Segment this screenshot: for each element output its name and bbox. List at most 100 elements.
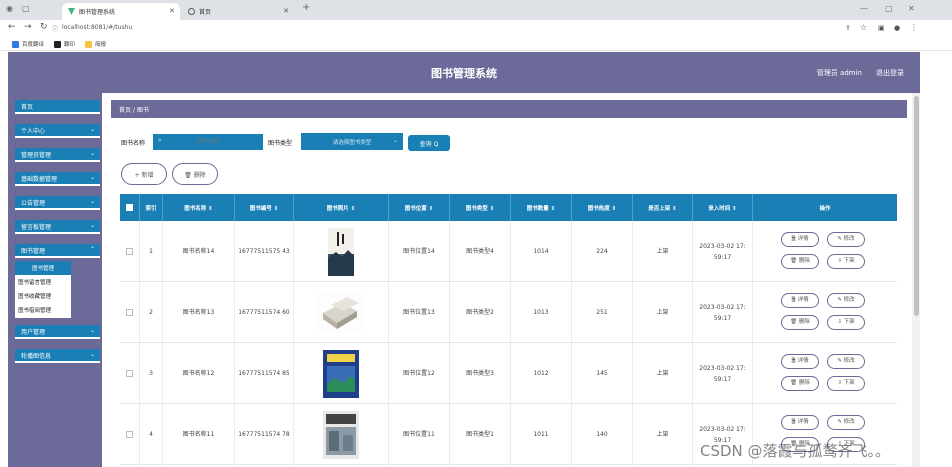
chevron-down-icon: ⌄ [89, 150, 95, 157]
col-name[interactable]: 图书名称 ⇕ [163, 194, 235, 221]
bookmark-item[interactable]: 简报 [85, 40, 106, 48]
sidebar-item-basic-data[interactable]: 基础数据管理 ⌄ [15, 172, 100, 186]
cell-name: 图书名称12 [163, 343, 235, 404]
submenu-item-book-comments[interactable]: 图书留言管理 [15, 275, 71, 289]
page-scrollbar-thumb[interactable] [914, 96, 919, 316]
edit-button[interactable]: ✎ 修改 [827, 293, 865, 308]
back-icon[interactable]: ← [8, 22, 16, 32]
close-tab-icon[interactable]: ✕ [283, 7, 289, 15]
edit-button[interactable]: ✎ 修改 [827, 354, 865, 369]
sidebar-item-label: 用户管理 [21, 328, 46, 336]
sidebar-item-books[interactable]: 图书管理 ⌃ [15, 244, 100, 258]
sidebar-item-admins[interactable]: 管理员管理 ⌄ [15, 148, 100, 162]
book-name-input[interactable] [153, 134, 263, 150]
cell-actions: 🗎 详情 ✎ 修改 🗑 删除 ⇩ 下架 [753, 221, 897, 282]
cell-count: 1011 [511, 404, 572, 465]
forward-icon[interactable]: → [24, 22, 32, 32]
unshelve-button[interactable]: ⇩ 下架 [827, 254, 865, 269]
row-select-cell [120, 221, 140, 282]
star-icon[interactable]: ☆ [860, 23, 867, 32]
minimize-button[interactable]: — [860, 4, 868, 13]
row-delete-button[interactable]: 🗑 删除 [781, 315, 819, 330]
col-count[interactable]: 图书数量 ⇕ [511, 194, 572, 221]
sidepanel-icon[interactable]: ▣ [878, 24, 885, 32]
sidebar-item-carousel[interactable]: 轮播图信息 ⌄ [15, 349, 100, 363]
row-delete-button[interactable]: 🗑 删除 [781, 254, 819, 269]
row-checkbox[interactable] [126, 370, 133, 377]
cell-time: 2023-03-02 17: 59:17 [693, 221, 753, 282]
submenu-item-book-loans[interactable]: 图书借阅管理 [15, 303, 71, 317]
url-field[interactable]: localhost:8081/#/tushu [62, 24, 132, 31]
menu-icon[interactable]: ⋮ [910, 23, 918, 32]
add-button[interactable]: + 新增 [121, 163, 167, 185]
details-button[interactable]: 🗎 详情 [781, 293, 819, 308]
row-checkbox[interactable] [126, 248, 133, 255]
chevron-down-icon: ⌄ [89, 126, 95, 133]
col-heat[interactable]: 图书热度 ⇕ [572, 194, 633, 221]
unshelve-button[interactable]: ⇩ 下架 [827, 376, 865, 391]
select-all-checkbox[interactable] [126, 204, 133, 211]
sidebar-item-profile[interactable]: 个人中心 ⌄ [15, 124, 100, 138]
sidebar-item-home[interactable]: 首页 [15, 100, 100, 114]
cell-heat: 145 [572, 343, 633, 404]
book-type-label: 图书类型 [268, 140, 293, 147]
submenu-label: 图书借阅管理 [18, 308, 52, 314]
cell-code: 16777511574 85 [235, 343, 294, 404]
details-button[interactable]: 🗎 详情 [781, 232, 819, 247]
profile-icon[interactable]: ◉ [6, 4, 13, 13]
row-checkbox[interactable] [126, 309, 133, 316]
col-time[interactable]: 录入时间 ⇕ [693, 194, 753, 221]
details-button[interactable]: 🗎 详情 [781, 354, 819, 369]
submenu-label: 图书管理 [31, 266, 54, 272]
col-type[interactable]: 图书类型 ⇕ [450, 194, 511, 221]
row-delete-button[interactable]: 🗑 删除 [781, 376, 819, 391]
new-tab-button[interactable]: + [302, 2, 310, 13]
details-button[interactable]: 🗎 详情 [781, 415, 819, 430]
col-photo[interactable]: 图书照片 ⇕ [294, 194, 389, 221]
chevron-down-icon: ⌄ [89, 174, 95, 181]
app-title: 图书管理系统 [431, 67, 497, 80]
submenu-item-books[interactable]: 图书管理 [15, 261, 71, 275]
submenu-item-book-favorites[interactable]: 图书收藏管理 [15, 289, 71, 303]
cell-photo [294, 404, 389, 465]
cell-type: 图书类型4 [450, 221, 511, 282]
share-icon[interactable]: ⇪ [845, 24, 851, 32]
close-tab-icon[interactable]: ✕ [169, 7, 175, 15]
chevron-down-icon: ⌄ [89, 222, 95, 229]
close-window-button[interactable]: ✕ [908, 4, 915, 13]
col-code[interactable]: 图书编号 ⇕ [235, 194, 294, 221]
tab-home[interactable]: 首页 ✕ [182, 3, 294, 20]
bookmark-item[interactable]: 翻印 [54, 40, 75, 48]
chevron-up-icon: ⌃ [89, 246, 95, 253]
account-icon[interactable]: ● [894, 24, 900, 32]
sidebar-item-label: 留言板管理 [21, 223, 52, 231]
maximize-button[interactable]: ▢ [885, 4, 893, 13]
reload-icon[interactable]: ↻ [40, 22, 48, 32]
delete-button[interactable]: 🗑 删除 [172, 163, 218, 185]
cell-count: 1014 [511, 221, 572, 282]
tab-search-icon[interactable]: ▢ [22, 4, 30, 13]
edit-button[interactable]: ✎ 修改 [827, 415, 865, 430]
sidebar-item-users[interactable]: 用户管理 ⌄ [15, 325, 100, 339]
col-actions: 操作 [819, 205, 831, 212]
sidebar-item-notices[interactable]: 公告管理 ⌄ [15, 196, 100, 210]
tab-library-system[interactable]: 图书管理系统 ✕ [62, 3, 180, 20]
table-row: 1 图书名称14 16777511575 43 图书位置14 图书类型4 101… [120, 221, 897, 282]
col-shelf[interactable]: 是否上架 ⇕ [633, 194, 693, 221]
edit-button[interactable]: ✎ 修改 [827, 232, 865, 247]
sidebar-item-messages[interactable]: 留言板管理 ⌄ [15, 220, 100, 234]
logout-link[interactable]: 退出登录 [876, 68, 904, 78]
sidebar-item-label: 轮播图信息 [21, 352, 52, 360]
cell-index: 4 [140, 404, 163, 465]
col-index[interactable]: 索引 [140, 194, 163, 221]
unshelve-button[interactable]: ⇩ 下架 [827, 315, 865, 330]
globe-icon [188, 8, 195, 15]
book-type-select[interactable]: 请选择图书类型 ⌄ [301, 133, 403, 150]
cell-heat: 224 [572, 221, 633, 282]
search-icon: ⌕ [158, 136, 162, 144]
col-location[interactable]: 图书位置 ⇕ [389, 194, 450, 221]
book-cover-image [317, 292, 365, 333]
search-button[interactable]: 查询 Q [408, 135, 450, 151]
bookmark-item[interactable]: 百度翻译 [12, 40, 44, 48]
row-checkbox[interactable] [126, 431, 133, 438]
